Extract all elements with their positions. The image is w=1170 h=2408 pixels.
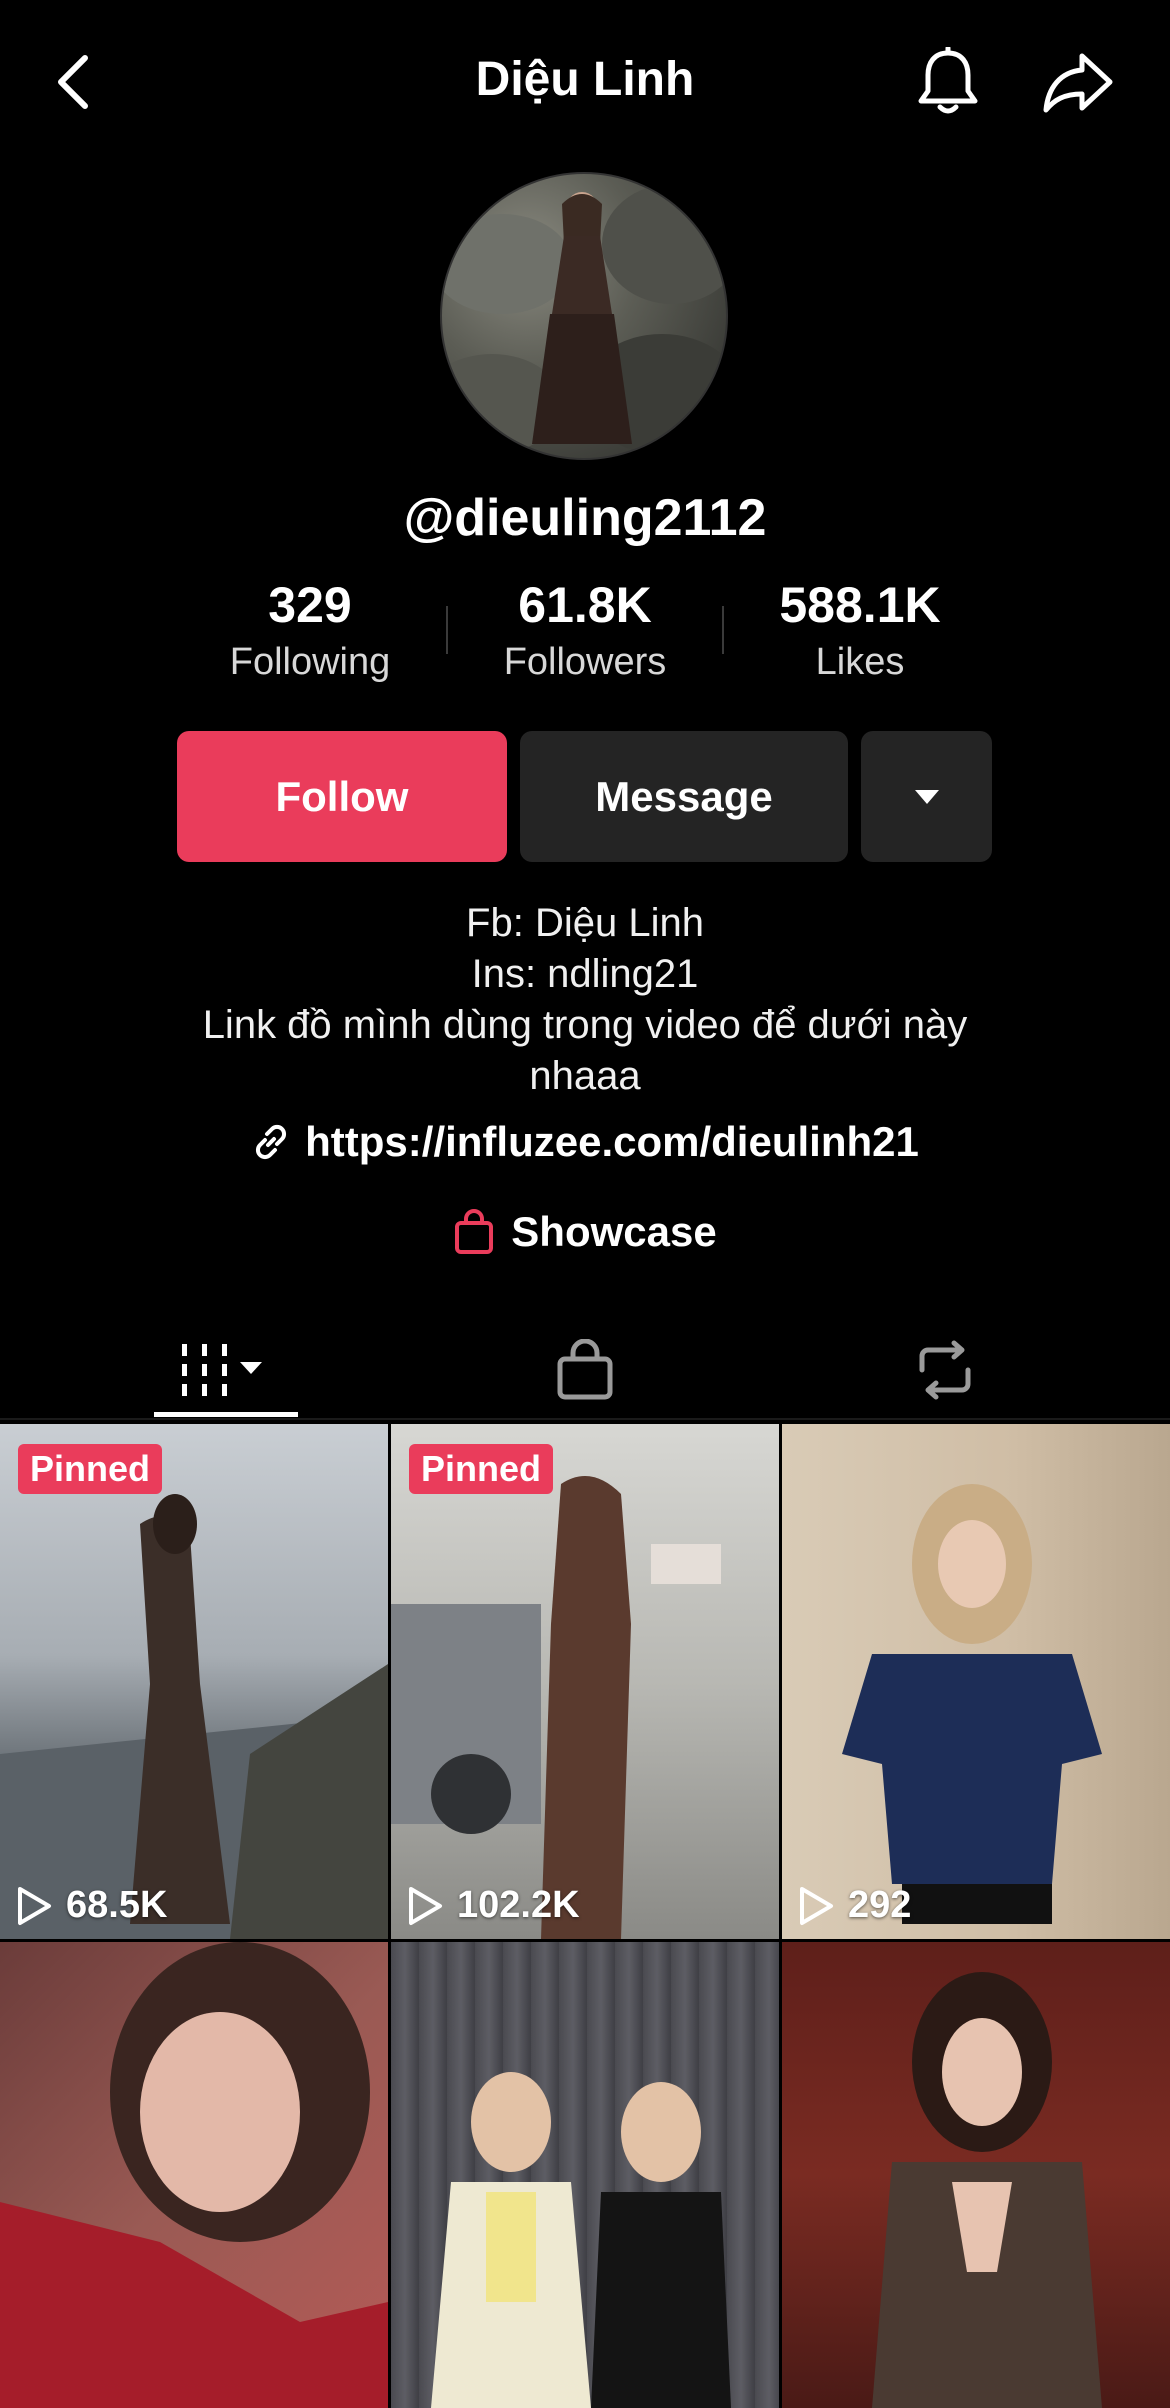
active-tab-indicator (154, 1412, 298, 1417)
stat-likes-label: Likes (815, 641, 905, 683)
stat-following-label: Following (229, 641, 391, 683)
notification-button[interactable] (908, 40, 988, 124)
link-icon (256, 1124, 287, 1160)
stat-following-value: 329 (268, 577, 352, 633)
view-count-value: 68.5K (66, 1884, 168, 1926)
profile-link[interactable]: https://influzee.com/dieulinh21 (0, 1118, 1170, 1166)
bell-icon (918, 47, 978, 114)
stat-followers-label: Followers (503, 641, 667, 683)
tab-reposts[interactable] (880, 1320, 1010, 1420)
view-count: 102.2K (407, 1884, 580, 1927)
avatar[interactable] (440, 172, 728, 460)
play-icon (800, 1886, 833, 1925)
page-title: Diệu Linh (475, 53, 695, 106)
pinned-badge: Pinned (409, 1444, 554, 1494)
stat-likes-value: 588.1K (779, 577, 941, 633)
stat-following[interactable]: 329 Following (200, 575, 420, 687)
bio-line: Ins: ndling21 (471, 952, 699, 996)
bag-icon (557, 1339, 613, 1400)
caret-down-icon (914, 789, 939, 804)
tab-shop[interactable] (520, 1320, 650, 1420)
shopping-bag-icon (455, 1209, 494, 1254)
share-button[interactable] (1036, 40, 1120, 124)
video-preview-image (0, 1494, 388, 1939)
video-preview-image (391, 1476, 721, 1939)
bio: Fb: Diệu Linh Ins: ndling21 Link đồ mình… (0, 898, 1170, 1102)
stat-likes[interactable]: 588.1K Likes (750, 575, 970, 687)
play-icon (18, 1886, 51, 1925)
username-handle: @dieuling2112 (403, 489, 767, 547)
bio-line: nhaaa (529, 1054, 641, 1098)
video-preview-image (431, 2072, 731, 2408)
pinned-badge: Pinned (18, 1444, 163, 1494)
stat-followers-value: 61.8K (518, 577, 652, 633)
video-preview-image (842, 1484, 1102, 1924)
video-thumbnail[interactable] (782, 1942, 1170, 2408)
stat-divider (722, 606, 724, 654)
view-count-value: 102.2K (457, 1884, 580, 1926)
video-preview-image (0, 1942, 388, 2408)
view-count-value: 292 (848, 1884, 912, 1926)
stat-followers[interactable]: 61.8K Followers (475, 575, 695, 687)
video-preview-image (872, 1972, 1102, 2408)
bio-line: Link đồ mình dùng trong video để dưới nà… (202, 1003, 968, 1047)
follow-button[interactable]: Follow (177, 731, 507, 862)
share-arrow-icon (1043, 53, 1113, 113)
video-thumbnail[interactable] (0, 1942, 388, 2408)
stat-divider (446, 606, 448, 654)
video-thumbnail[interactable]: Pinned 102.2K (391, 1424, 779, 1939)
more-options-button[interactable] (861, 731, 992, 862)
tab-videos[interactable] (154, 1320, 298, 1420)
video-thumbnail[interactable]: 292 (782, 1424, 1170, 1939)
showcase-label: Showcase (511, 1208, 717, 1255)
view-count: 292 (798, 1884, 911, 1927)
bio-line: Fb: Diệu Linh (466, 901, 704, 945)
video-thumbnail[interactable] (391, 1942, 779, 2408)
video-thumbnail[interactable]: Pinned 68.5K (0, 1424, 388, 1939)
play-icon (409, 1886, 442, 1925)
tab-divider (0, 1418, 1170, 1420)
avatar-photo (442, 184, 726, 454)
view-count: 68.5K (16, 1884, 167, 1927)
videos-grid-icon (182, 1344, 262, 1396)
profile-link-text: https://influzee.com/dieulinh21 (305, 1118, 919, 1165)
repost-icon (919, 1340, 971, 1400)
message-button[interactable]: Message (520, 731, 848, 862)
showcase-button[interactable]: Showcase (0, 1208, 1170, 1256)
